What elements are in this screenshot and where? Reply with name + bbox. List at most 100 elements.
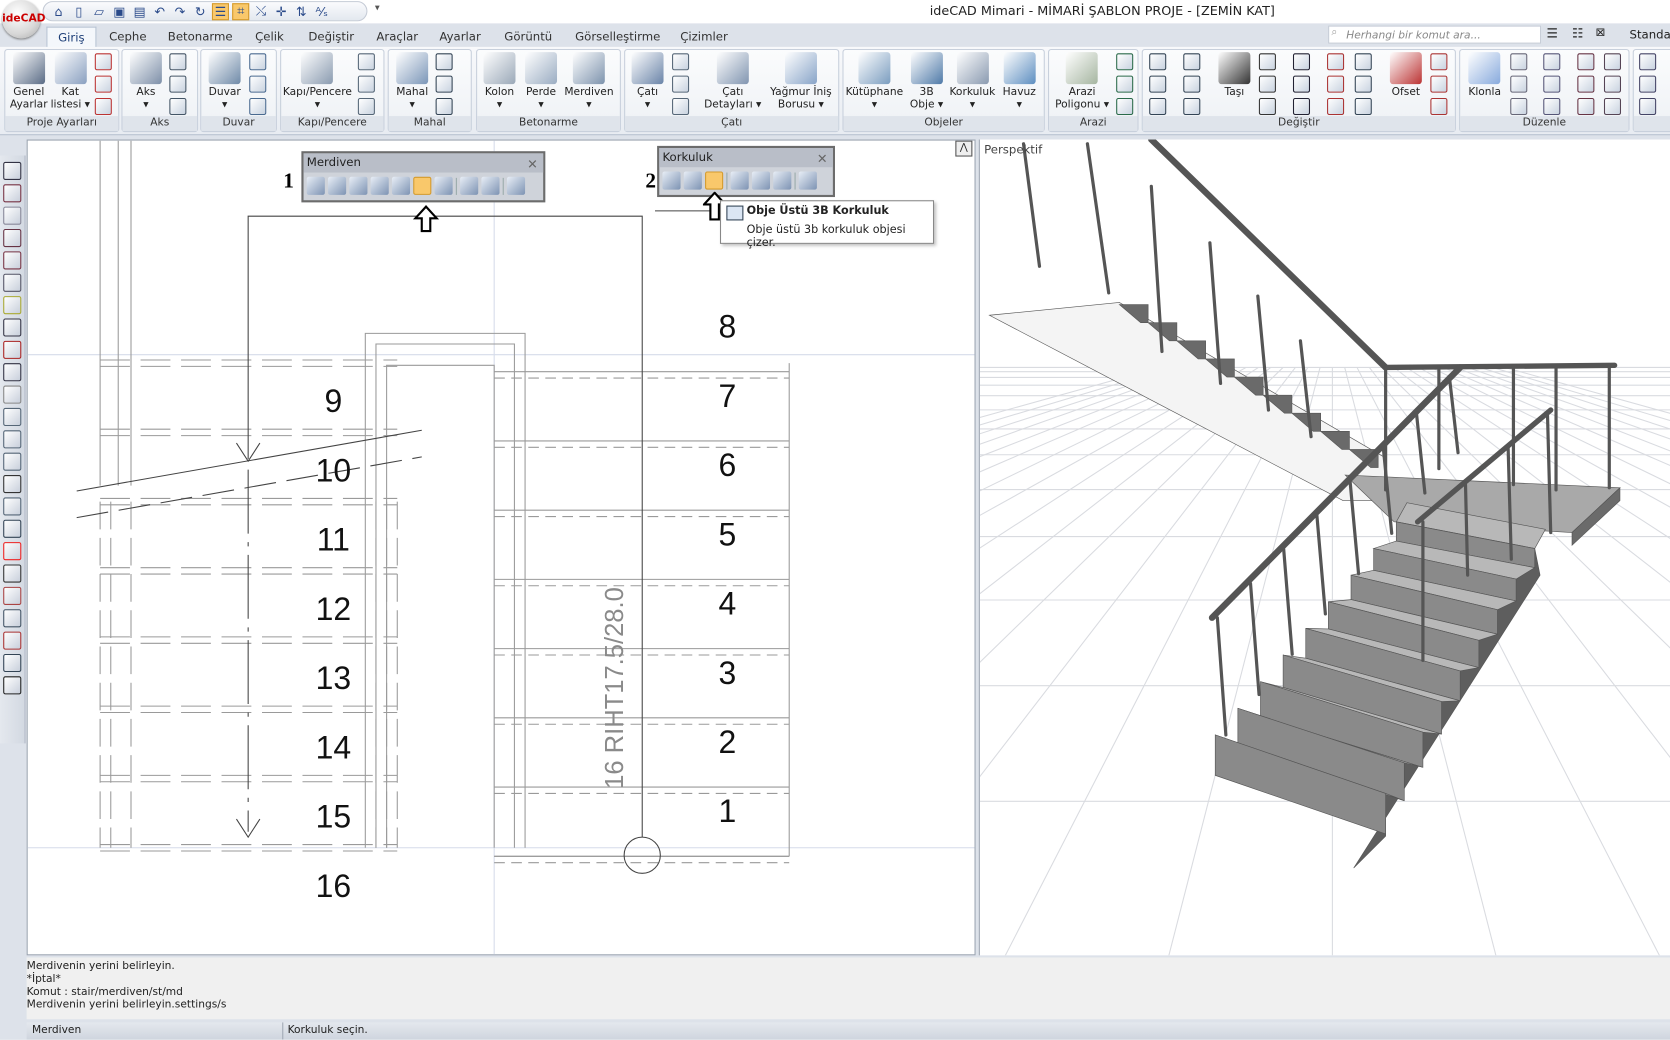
command-search-input[interactable]: Herhangi bir komut ara... <box>1328 25 1542 44</box>
ribbon-small-tool-icon[interactable] <box>1639 97 1657 116</box>
ribbon-small-tool-icon[interactable] <box>1603 97 1622 116</box>
ribbon-small-tool-icon[interactable] <box>1258 97 1276 116</box>
ribbon-small-tool-icon[interactable] <box>1354 53 1372 71</box>
stair-edit-icon[interactable] <box>391 176 411 195</box>
ribbon-small-tool-icon[interactable] <box>357 53 375 71</box>
stair-numbering-icon[interactable] <box>413 176 432 195</box>
ribbon-small-tool-icon[interactable] <box>1510 53 1528 71</box>
stair-half-icon[interactable] <box>481 176 500 195</box>
style-selector[interactable]: Standar <box>1630 28 1670 42</box>
ribbon-small-tool-icon[interactable] <box>357 97 375 116</box>
stair-button[interactable]: Merdiven ▾ <box>564 52 614 112</box>
ribbon-small-tool-icon[interactable] <box>435 75 453 93</box>
pool-button[interactable]: Havuz ▾ <box>1003 52 1036 112</box>
straight-stair-icon[interactable] <box>306 176 325 195</box>
ribbon-small-tool-icon[interactable] <box>1543 53 1561 71</box>
lock-icon[interactable]: ⊠ <box>1595 26 1605 40</box>
ribbon-small-tool-icon[interactable] <box>1639 75 1657 93</box>
plan-viewport[interactable]: 9 10 11 12 13 14 15 16 8 7 6 5 4 3 2 1 16 RIHT17.5/28.0… <box>26 139 976 956</box>
floor-icon[interactable] <box>3 340 22 359</box>
tab-6[interactable]: Ayarlar <box>429 27 492 47</box>
railing-stair-icon[interactable] <box>683 171 702 190</box>
add-stair-icon[interactable] <box>349 176 368 195</box>
tab-9[interactable]: Çizimler <box>670 27 739 47</box>
shear-wall-button[interactable]: Perde ▾ <box>525 52 558 112</box>
ribbon-small-tool-icon[interactable] <box>1327 53 1345 71</box>
paste-icon[interactable] <box>3 385 22 404</box>
ribbon-small-tool-icon[interactable] <box>1183 53 1201 71</box>
save-all-icon[interactable]: ▤ <box>131 3 148 20</box>
ribbon-small-tool-icon[interactable] <box>1292 97 1311 116</box>
ribbon-small-tool-icon[interactable] <box>1183 75 1201 93</box>
text-style-icon[interactable]: ᴬ⁄ₛ <box>313 3 330 20</box>
hammer-icon[interactable] <box>3 586 22 605</box>
library-button[interactable]: Kütüphane ▾ <box>846 52 903 112</box>
ribbon-small-tool-icon[interactable] <box>357 75 375 93</box>
ribbon-small-tool-icon[interactable] <box>1327 97 1345 116</box>
copy-icon[interactable] <box>3 363 22 382</box>
tab-5[interactable]: Araçlar <box>366 27 429 47</box>
ribbon-small-tool-icon[interactable] <box>1149 97 1167 116</box>
ribbon-small-tool-icon[interactable] <box>1116 53 1134 71</box>
maximize-viewport-button[interactable]: ⋀ <box>955 140 973 157</box>
tab-4[interactable]: Değiştir <box>298 27 365 47</box>
tab-2[interactable]: Betonarme <box>157 27 243 47</box>
railing-button[interactable]: Korkuluk ▾ <box>949 52 995 112</box>
ribbon-small-tool-icon[interactable] <box>672 97 690 116</box>
ribbon-small-tool-icon[interactable] <box>1258 75 1276 93</box>
snap-toggle-icon[interactable]: ⌗ <box>232 2 250 20</box>
copy-floor-icon[interactable] <box>3 430 22 449</box>
tab-7[interactable]: Görüntü <box>494 27 563 47</box>
refresh-icon[interactable]: ↻ <box>192 3 209 20</box>
tab-0[interactable]: Giriş <box>46 26 97 48</box>
ribbon-small-tool-icon[interactable] <box>1603 75 1622 93</box>
ribbon-small-tool-icon[interactable] <box>1543 75 1561 93</box>
save-icon[interactable]: ▣ <box>111 3 128 20</box>
ribbon-small-tool-icon[interactable] <box>249 53 267 71</box>
ribbon-small-tool-icon[interactable] <box>1149 75 1167 93</box>
layer-manager-icon[interactable]: ☷ <box>1572 26 1583 41</box>
ribbon-small-tool-icon[interactable] <box>1292 75 1311 93</box>
new-file-icon[interactable]: ▯ <box>70 3 87 20</box>
ribbon-small-tool-icon[interactable] <box>1292 53 1311 71</box>
ribbon-small-tool-icon[interactable] <box>1149 53 1167 71</box>
snap-intersection-icon[interactable]: ✛ <box>273 3 290 20</box>
home-icon[interactable]: ⌂ <box>50 3 67 20</box>
ribbon-small-tool-icon[interactable] <box>1116 97 1134 116</box>
railing-icon[interactable] <box>662 171 681 190</box>
ribbon-small-tool-icon[interactable] <box>1577 53 1595 71</box>
measure-icon[interactable] <box>3 296 22 315</box>
move-button[interactable]: Taşı <box>1218 52 1251 99</box>
redo-icon[interactable]: ↷ <box>171 3 188 20</box>
railing-check-icon[interactable] <box>751 171 771 190</box>
ribbon-small-tool-icon[interactable] <box>1639 53 1657 71</box>
ribbon-small-tool-icon[interactable] <box>1577 97 1595 116</box>
column-button[interactable]: Kolon ▾ <box>483 52 516 112</box>
ribbon-small-tool-icon[interactable] <box>672 75 690 93</box>
ribbon-small-tool-icon[interactable] <box>1327 75 1345 93</box>
ribbon-small-tool-icon[interactable] <box>169 75 187 93</box>
door-button[interactable]: Kapı/Pencere ▾ <box>283 52 352 112</box>
close-icon[interactable]: ✕ <box>527 154 538 173</box>
auto-text-icon[interactable] <box>3 653 22 673</box>
stair-settings-icon[interactable] <box>506 176 526 195</box>
ribbon-small-tool-icon[interactable] <box>94 53 112 71</box>
ribbon-small-tool-icon[interactable] <box>249 97 267 116</box>
stair-table-icon[interactable] <box>434 176 453 195</box>
close-icon[interactable]: ✕ <box>817 149 828 168</box>
ribbon-small-tool-icon[interactable] <box>1510 97 1528 116</box>
ribbon-small-tool-icon[interactable] <box>1116 75 1134 93</box>
app-menu-button[interactable]: ideCAD <box>2 0 46 39</box>
ribbon-small-tool-icon[interactable] <box>1354 97 1372 116</box>
undo-icon[interactable]: ↶ <box>151 3 168 20</box>
clone-button[interactable]: Klonla <box>1468 52 1501 99</box>
roof-button[interactable]: Çatı ▾ <box>631 52 664 112</box>
deselect-icon[interactable] <box>3 206 22 225</box>
ribbon-small-tool-icon[interactable] <box>169 53 187 71</box>
dimension-icon[interactable] <box>3 519 22 538</box>
ribbon-small-tool-icon[interactable] <box>94 97 112 116</box>
section-icon[interactable] <box>3 497 22 516</box>
ribbon-small-tool-icon[interactable] <box>94 75 112 93</box>
ribbon-small-tool-icon[interactable] <box>1430 53 1448 71</box>
roof-detail-button[interactable]: Çatı Detayları ▾ <box>704 52 761 112</box>
